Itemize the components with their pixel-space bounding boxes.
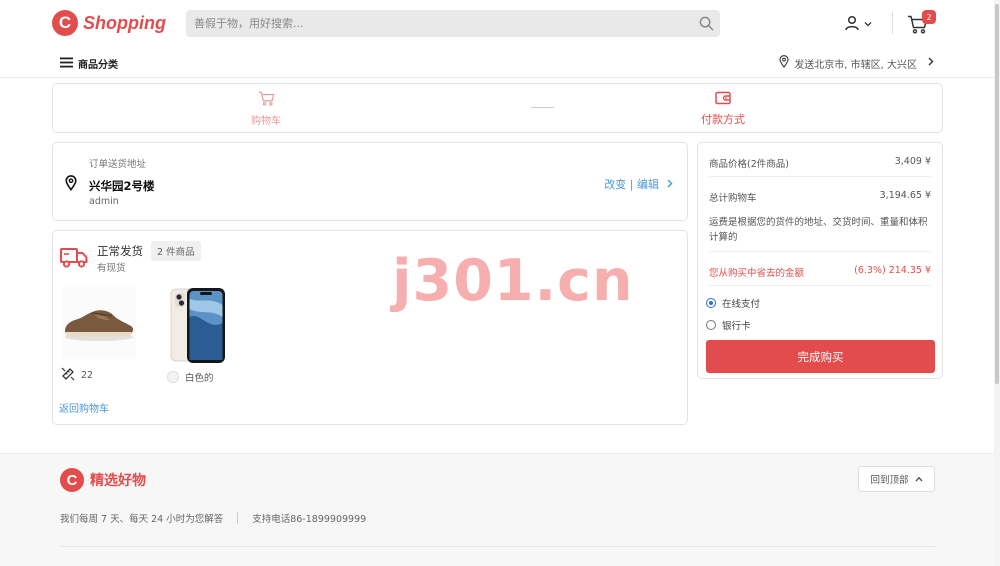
item-count-badge: 2 件商品 — [151, 241, 201, 261]
step-cart[interactable]: 购物车 — [243, 91, 289, 127]
truck-icon — [60, 245, 88, 272]
order-summary-card: 商品价格(2件商品) 3,409 ¥ 总计购物车 3,194.65 ¥ 运费是根… — [697, 142, 943, 379]
radio-selected-icon[interactable] — [706, 298, 716, 308]
change-edit-address-link[interactable]: 改变 | 编辑 — [604, 176, 673, 192]
pay-option-online[interactable]: 在线支付 — [706, 296, 760, 310]
product-image-phone[interactable] — [167, 287, 227, 365]
footer-logo[interactable]: C 精选好物 — [60, 468, 146, 492]
cart-count-badge: 2 — [922, 10, 936, 24]
account-menu[interactable] — [844, 15, 872, 34]
address-name: 兴华园2号楼 — [89, 179, 155, 193]
color-swatch — [167, 371, 179, 383]
ship-to-location[interactable]: 发送北京市, 市辖区, 大兴区 — [779, 55, 934, 71]
pay-option-online-label: 在线支付 — [722, 299, 761, 310]
shipping-address-card: 订单送货地址 兴华园2号楼 admin 改变 | 编辑 — [52, 142, 688, 221]
location-pin-icon — [779, 55, 789, 71]
scrollbar-thumb[interactable] — [995, 4, 999, 384]
items-price-label: 商品价格(2件商品) — [709, 159, 789, 170]
items-price-value: 3,409 ¥ — [894, 156, 931, 167]
header-divider — [892, 12, 893, 34]
site-footer: C 精选好物 回到顶部 我们每周 7 天、每天 24 小时为您解答 支持电话86… — [0, 453, 996, 566]
back-to-top-label: 回到顶部 — [870, 475, 909, 486]
menu-icon — [60, 57, 73, 71]
footer-rule — [60, 546, 935, 547]
items-price-row: 商品价格(2件商品) 3,409 ¥ — [709, 156, 931, 170]
delivery-title: 正常发货 — [97, 244, 143, 258]
address-user: admin — [89, 196, 119, 207]
back-to-top-button[interactable]: 回到顶部 — [858, 466, 935, 492]
summary-divider — [709, 285, 931, 286]
watermark: j301.cn — [392, 248, 634, 314]
chevron-up-icon — [914, 474, 923, 485]
search-bar — [186, 10, 720, 37]
site-logo[interactable]: C Shopping — [52, 10, 166, 36]
summary-divider — [709, 251, 931, 252]
chevron-down-icon — [864, 18, 872, 31]
category-label: 商品分类 — [78, 60, 118, 71]
step-connector — [531, 107, 554, 108]
site-header: C Shopping 2 商品分类 发送北京市, 市辖区, 大兴区 — [0, 0, 996, 78]
user-icon — [844, 15, 860, 34]
support-info: 我们每周 7 天、每天 24 小时为您解答 支持电话86-1899909999 — [60, 511, 366, 525]
cart-icon — [907, 15, 928, 37]
chevron-right-icon — [667, 178, 673, 191]
chevron-right-icon — [928, 57, 934, 69]
product-color-value: 白色的 — [185, 373, 214, 384]
category-menu-button[interactable]: 商品分类 — [60, 56, 118, 71]
product-image-shoe[interactable] — [62, 287, 136, 359]
checkout-steps: 购物车 付款方式 — [52, 83, 943, 133]
logo-text: Shopping — [83, 12, 166, 33]
pay-option-bank-card-label: 银行卡 — [722, 321, 751, 332]
cart-total-row: 总计购物车 3,194.65 ¥ — [709, 190, 931, 204]
footer-divider — [237, 512, 239, 524]
cart-icon — [258, 91, 275, 109]
step-payment-label: 付款方式 — [701, 113, 745, 126]
pay-option-bank-card[interactable]: 银行卡 — [706, 318, 751, 332]
complete-purchase-button[interactable]: 完成购买 — [706, 340, 935, 373]
cart-total-value: 3,194.65 ¥ — [879, 190, 931, 201]
location-pin-icon — [65, 175, 77, 194]
search-icon[interactable] — [692, 16, 720, 31]
footer-brand: 精选好物 — [90, 473, 146, 489]
savings-row: 您从购买中省去的金额 (6.3%) 214.35 ¥ — [709, 265, 931, 279]
logo-icon: C — [60, 468, 84, 492]
step-payment[interactable]: 付款方式 — [693, 91, 753, 127]
support-hours: 我们每周 7 天、每天 24 小时为您解答 — [60, 514, 224, 525]
ship-to-text: 发送北京市, 市辖区, 大兴区 — [794, 59, 917, 71]
savings-value: (6.3%) 214.35 ¥ — [854, 265, 931, 276]
radio-icon[interactable] — [706, 320, 716, 330]
shipping-note: 运费是根据您的货件的地址、交货时间、重量和体积计算的 — [709, 217, 928, 243]
savings-label: 您从购买中省去的金额 — [709, 268, 805, 279]
back-to-cart-link[interactable]: 返回购物车 — [59, 400, 109, 415]
product-size-attr: 22 — [61, 367, 93, 384]
summary-divider — [709, 176, 931, 177]
support-phone: 支持电话86-1899909999 — [252, 514, 367, 525]
ruler-icon — [61, 367, 75, 384]
logo-icon: C — [52, 10, 78, 36]
wallet-icon — [715, 91, 731, 108]
stock-status: 有现货 — [97, 263, 126, 274]
product-size-value: 22 — [81, 370, 94, 381]
step-cart-label: 购物车 — [251, 116, 281, 127]
change-edit-label: 改变 | 编辑 — [604, 178, 659, 191]
cart-total-label: 总计购物车 — [709, 193, 757, 204]
address-label: 订单送货地址 — [89, 159, 147, 170]
product-color-attr: 白色的 — [167, 370, 214, 384]
search-input[interactable] — [186, 17, 692, 30]
